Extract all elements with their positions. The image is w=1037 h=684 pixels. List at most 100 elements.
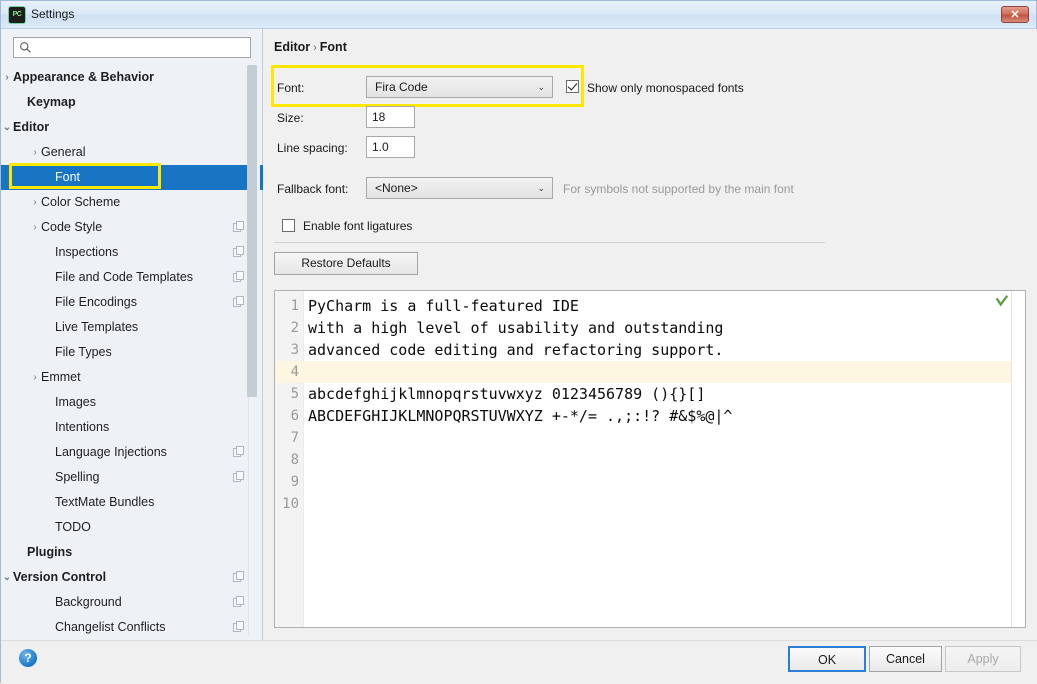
settings-tree[interactable]: › Appearance & Behavior Keymap ⌄ Editor › Gene… [1,65,263,640]
line-text: with a high level of usability and outst… [308,319,724,337]
sidebar-item-textmate-bundles[interactable]: TextMate Bundles [1,490,263,515]
editor-line: 5 abcdefghijklmnopqrstuvwxyz 0123456789 (… [275,383,1011,405]
font-label: Font: [277,81,305,95]
size-value: 18 [372,110,386,124]
copy-icon[interactable] [233,471,245,483]
copy-icon[interactable] [233,296,245,308]
line-text: advanced code editing and refactoring su… [308,341,724,359]
font-settings-panel: Editor › Font Font: Fira Code ⌄ Show only … [263,29,1037,640]
help-icon[interactable]: ? [19,649,37,667]
copy-icon[interactable] [233,446,245,458]
sidebar-item-label: File Types [55,345,112,359]
font-family-dropdown[interactable]: Fira Code ⌄ [366,76,553,98]
cancel-button[interactable]: Cancel [869,646,942,672]
editor-line: 8 [275,449,1011,471]
editor-line: 6 ABCDEFGHIJKLMNOPQRSTUVWXYZ +-*/= .,;:!?… [275,405,1011,427]
sidebar-item-version-control[interactable]: ⌄ Version Control [1,565,263,590]
sidebar-item-label: Spelling [55,470,100,484]
line-spacing-input[interactable]: 1.0 [366,136,415,158]
sidebar-item-label: General [41,145,86,159]
editor-lines: 1 PyCharm is a full-featured IDE 2 with a h… [275,295,1011,515]
chevron-right-icon[interactable]: › [29,140,41,165]
sidebar-item-language-injections[interactable]: Language Injections [1,440,263,465]
chevron-right-icon[interactable]: › [29,215,41,240]
size-input[interactable]: 18 [366,106,415,128]
sidebar-item-file-encodings[interactable]: File Encodings [1,290,263,315]
chevron-down-icon: ⌄ [537,183,545,193]
editor-error-stripe[interactable] [1011,291,1025,627]
sidebar-item-background[interactable]: Background [1,590,263,615]
enable-ligatures-checkbox[interactable] [282,219,295,232]
sidebar-item-appearance-behavior[interactable]: › Appearance & Behavior [1,65,263,90]
sidebar-item-label: File and Code Templates [55,270,194,284]
sidebar-scrollbar-thumb[interactable] [247,65,257,397]
font-family-value: Fira Code [375,80,428,94]
copy-icon[interactable] [233,621,245,633]
sidebar-item-font[interactable]: Font [1,165,263,190]
restore-defaults-button[interactable]: Restore Defaults [274,252,418,275]
copy-icon[interactable] [233,596,245,608]
sidebar-item-file-types[interactable]: File Types [1,340,263,365]
sidebar-item-emmet[interactable]: › Emmet [1,365,263,390]
sidebar-item-label: Intentions [55,420,110,434]
close-icon[interactable]: ✕ [1001,6,1029,23]
sidebar-item-file-and-code-templates[interactable]: File and Code Templates [1,265,263,290]
sidebar-item-label: Version Control [13,570,107,584]
sidebar-item-images[interactable]: Images [1,390,263,415]
breadcrumb-leaf: Font [319,40,347,54]
line-text: ABCDEFGHIJKLMNOPQRSTUVWXYZ +-*/= .,;:!? … [308,407,733,425]
sidebar-item-keymap[interactable]: Keymap [1,90,263,115]
copy-icon[interactable] [233,221,245,233]
sidebar-item-label: Font [55,170,81,184]
sidebar-item-label: Plugins [27,545,73,559]
sidebar-item-code-style[interactable]: › Code Style [1,215,263,240]
sidebar-item-intentions[interactable]: Intentions [1,415,263,440]
sidebar-item-label: Inspections [55,245,119,259]
fallback-font-label: Fallback font: [277,182,349,196]
copy-icon[interactable] [233,246,245,258]
divider [274,242,825,243]
sidebar-item-general[interactable]: › General [1,140,263,165]
chevron-right-icon[interactable]: › [29,190,41,215]
sidebar-item-todo[interactable]: TODO [1,515,263,540]
copy-icon[interactable] [233,271,245,283]
editor-line: 7 [275,427,1011,449]
line-text [304,361,308,383]
show-monospaced-checkbox[interactable] [566,80,579,93]
line-number: 9 [290,474,299,490]
ok-button[interactable]: OK [788,646,866,672]
sidebar-item-label: Background [55,595,122,609]
chevron-down-icon: ⌄ [537,82,545,92]
line-number: 2 [290,320,299,336]
settings-sidebar: › Appearance & Behavior Keymap ⌄ Editor › Gene… [1,29,263,640]
sidebar-item-label: Appearance & Behavior [13,70,155,84]
show-monospaced-label: Show only monospaced fonts [587,81,744,95]
sidebar-item-label: Keymap [27,95,76,109]
line-number: 6 [290,408,299,424]
sidebar-item-label: File Encodings [55,295,137,309]
chevron-down-icon[interactable]: ⌄ [1,115,13,140]
line-text [304,471,308,493]
sidebar-item-color-scheme[interactable]: › Color Scheme [1,190,263,215]
chevron-right-icon[interactable]: › [1,65,13,90]
search-box[interactable] [13,37,251,58]
sidebar-item-label: TextMate Bundles [55,495,155,509]
sidebar-item-plugins[interactable]: Plugins [1,540,263,565]
chevron-right-icon[interactable]: › [29,365,41,390]
ok-label: OK [817,653,837,667]
line-spacing-label: Line spacing: [277,141,348,155]
sidebar-item-spelling[interactable]: Spelling [1,465,263,490]
font-preview-editor[interactable]: 1 PyCharm is a full-featured IDE 2 with a h… [274,290,1026,628]
line-number: 8 [290,452,299,468]
sidebar-item-inspections[interactable]: Inspections [1,240,263,265]
sidebar-scrollbar-track[interactable] [247,65,260,635]
sidebar-item-live-templates[interactable]: Live Templates [1,315,263,340]
fallback-font-dropdown[interactable]: <None> ⌄ [366,177,553,199]
sidebar-item-editor[interactable]: ⌄ Editor [1,115,263,140]
copy-icon[interactable] [233,571,245,583]
search-input[interactable] [36,40,244,56]
window-title: Settings [31,7,75,21]
sidebar-item-label: Language Injections [55,445,167,459]
sidebar-item-changelist-conflicts[interactable]: Changelist Conflicts [1,615,263,640]
chevron-down-icon[interactable]: ⌄ [1,565,13,590]
